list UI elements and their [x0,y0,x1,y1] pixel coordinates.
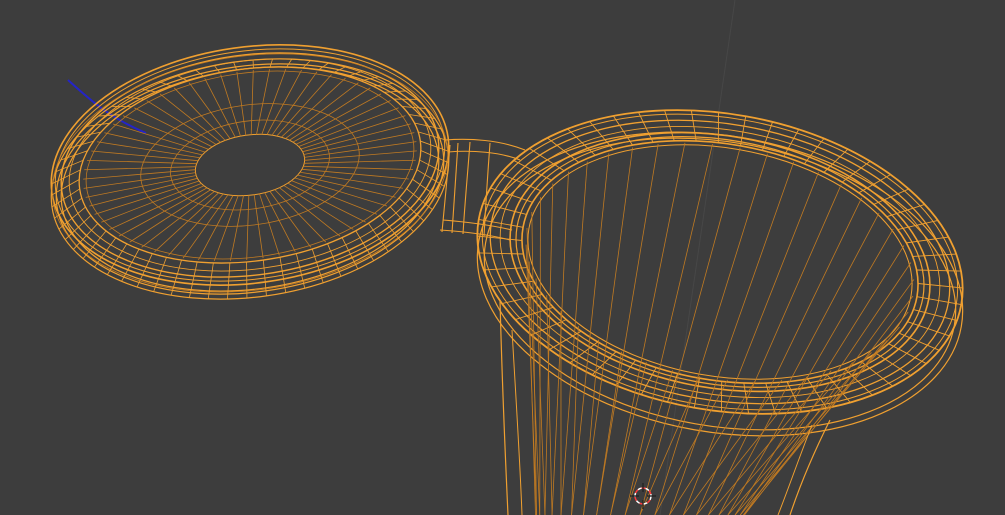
cup-body-line [624,143,713,515]
lid-spoke [83,169,196,180]
lid-spoke [86,159,197,165]
lid-spoke [154,192,219,253]
lid-ring [54,48,446,282]
lid-rim-spoke [142,88,159,93]
lid-spoke [122,115,209,150]
lid-spoke [259,193,280,256]
lid-spoke [253,194,264,259]
cup-rim-spoke [740,116,747,146]
cup-body-line [583,339,600,515]
lid-spoke [109,185,205,230]
cup-wireframe[interactable] [453,74,987,515]
hinge-edge [444,138,526,151]
lid-rim-spoke [269,58,273,68]
grid-line [659,0,736,515]
lid-spoke [303,165,414,171]
lid-spoke [173,87,226,141]
cup-body-line [596,143,659,515]
lid-ring [50,44,450,286]
cup-body-line [727,228,894,515]
cup-body-line [551,171,569,515]
lid-spoke [129,189,211,243]
lid-spoke [304,150,417,161]
lid-rim-spoke [121,248,140,282]
lid-spoke [236,71,247,136]
lid-spoke [300,115,406,150]
lid-spoke [213,195,239,262]
lid-spoke [84,166,196,171]
cup-body-line [727,352,872,515]
lid-spoke [229,195,244,261]
cup-body-line [683,172,819,515]
lid-spoke [304,141,417,158]
cup-rim-spoke [913,309,957,322]
lid-spoke [299,171,403,189]
lid-spoke [298,107,399,147]
cup-body-line [544,183,554,515]
wireframe-scene[interactable] [0,0,1005,515]
lid-spoke [101,183,202,223]
cup-body-line [539,197,541,515]
lid-rim-spoke [402,106,427,109]
lid-spoke [283,185,354,230]
lid-spoke [220,74,241,137]
cup-rim-spoke [664,110,675,141]
lid-ring [60,52,440,278]
lid-wireframe[interactable] [36,20,465,323]
3d-viewport[interactable] [0,0,1005,515]
lid-spoke [246,195,250,260]
lid-spoke [204,78,236,138]
lid-spoke [198,195,234,261]
lid-rim-spoke [233,62,238,71]
lid-spoke [94,180,200,215]
lid-spoke [285,82,359,139]
lid-spoke [83,172,196,189]
lid-spoke [134,107,213,148]
hinge-edge [451,142,459,234]
lid-spoke [281,77,346,138]
lid-spoke [264,192,296,252]
lid-rim-spoke [98,114,121,117]
lid-spoke [304,159,416,164]
lid-spoke [276,74,332,137]
lid-spoke [289,87,371,141]
cup-rim-ring [481,113,959,411]
lid-spoke [261,68,287,135]
hinge-edge [462,141,471,235]
cup-body-line [708,197,862,515]
cup-rim-spoke [765,383,776,414]
lid-spoke [141,191,215,248]
lid-spoke [295,100,391,145]
cup-rim-spoke [875,352,911,376]
cup-body-line [696,184,842,515]
lid-spoke [146,100,217,145]
cup-rim-spoke [477,235,523,241]
lid-rim-spoke [398,197,425,222]
cup-rim-spoke [547,137,580,163]
lid-spoke [274,189,327,243]
lid-rim-spoke [384,90,406,93]
lid-spoke [159,93,221,143]
lid-spoke [279,187,341,237]
lid-spoke [291,180,378,215]
lid-ring [85,70,415,260]
cup-rim-spoke [917,283,963,289]
lid-spoke [250,70,254,135]
lid-spoke [287,182,366,223]
lid-rim-spoke [54,197,83,219]
hinge-edge [447,150,521,161]
lid-spoke [256,69,271,135]
lid-rim-spoke [286,58,293,68]
lid-spoke [168,193,224,256]
lid-spoke [97,141,201,159]
lid-rim-spoke [420,140,449,152]
cup-rim-spoke [483,202,527,215]
cup-body-line [639,147,741,515]
cup-body-line [610,142,686,515]
lid-spoke [266,69,302,135]
cup-body-edge [511,329,523,515]
cup-rim-spoke [589,121,614,150]
